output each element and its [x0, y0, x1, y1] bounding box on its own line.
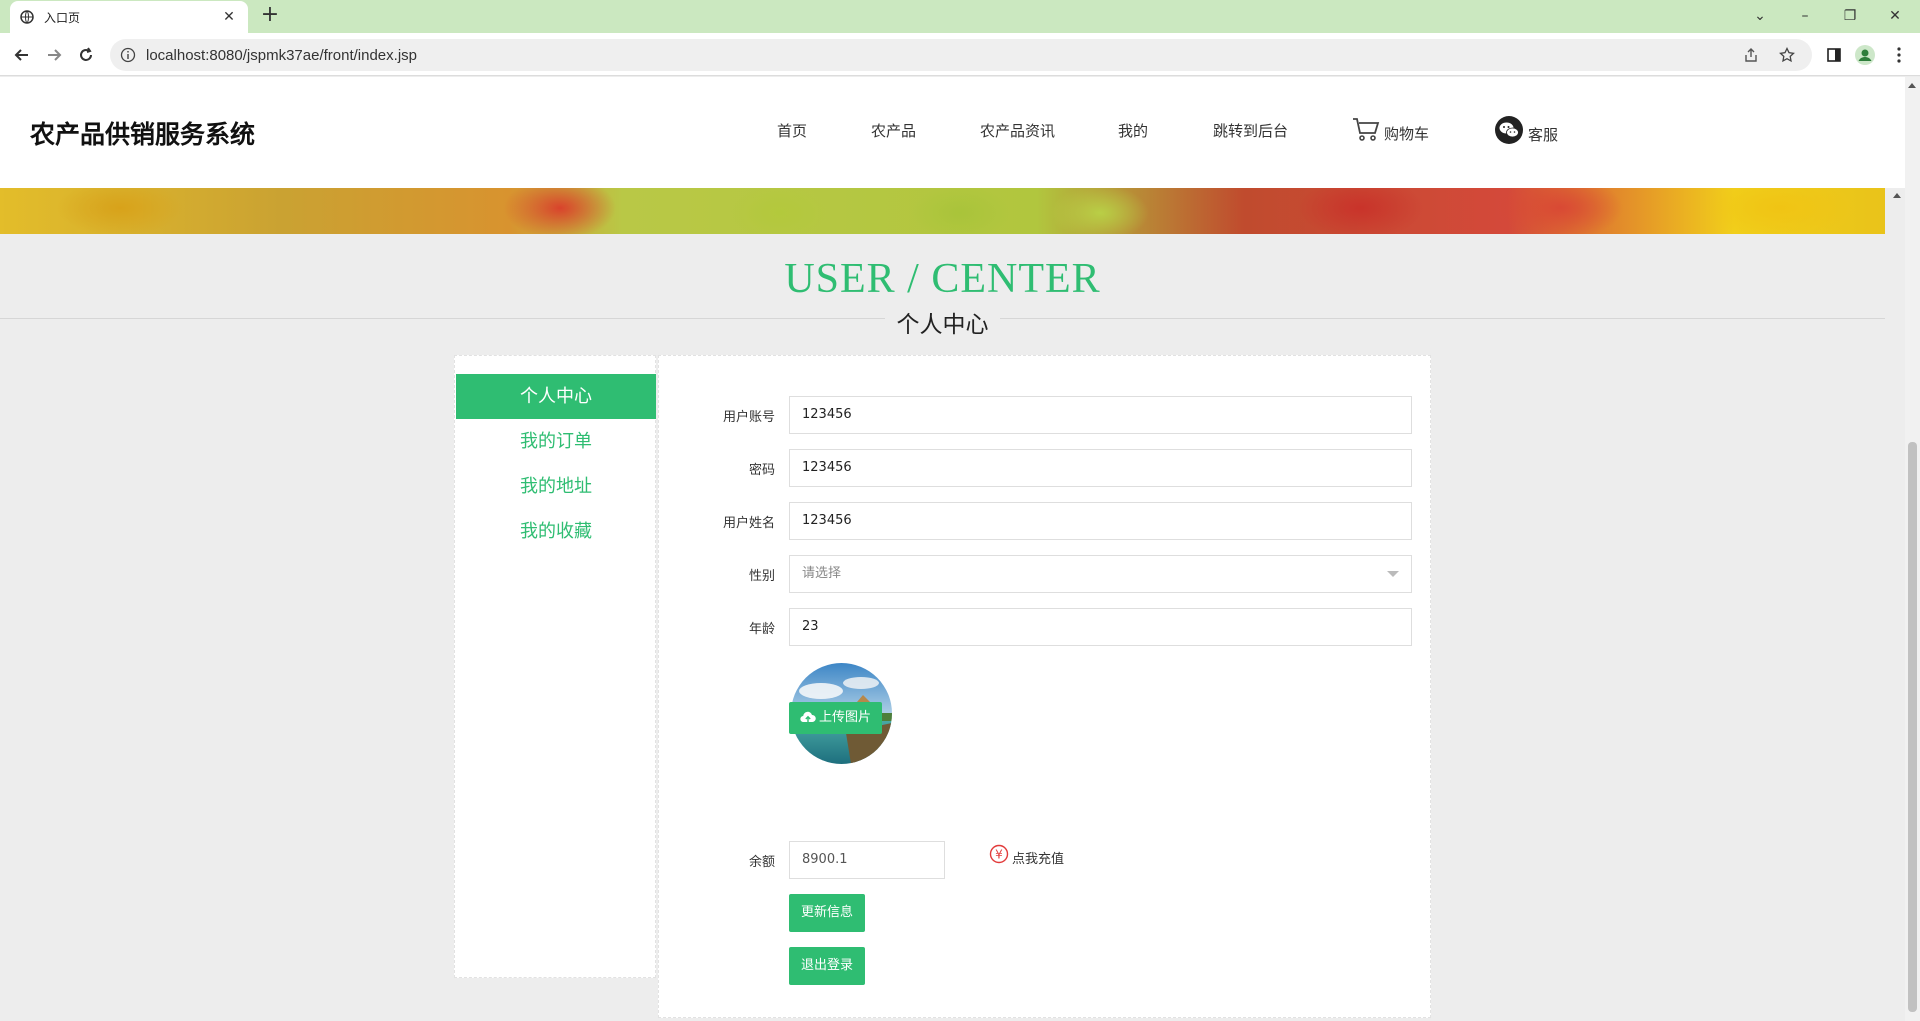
name-label: 用户姓名 — [722, 516, 775, 531]
sidebar-item-favorites[interactable]: 我的收藏 — [456, 509, 656, 554]
forward-icon[interactable] — [41, 42, 67, 68]
name-input[interactable]: 123456 — [789, 502, 1412, 540]
nav-mine[interactable]: 我的 — [1118, 120, 1148, 141]
balance-input: 8900.1 — [789, 841, 945, 879]
yuan-icon: ¥ — [989, 844, 1009, 864]
tab-title: 入口页 — [44, 10, 81, 25]
balance-label: 余额 — [748, 855, 775, 870]
browser-toolbar: localhost:8080/jspmk37ae/front/index.jsp — [0, 33, 1920, 76]
recharge-link[interactable]: ¥ 点我充值 — [989, 840, 1064, 867]
chevron-down-icon — [1387, 571, 1399, 577]
sidebar-item-address[interactable]: 我的地址 — [456, 464, 656, 509]
upload-image-button[interactable]: 上传图片 — [789, 702, 882, 734]
sidebar-item-orders[interactable]: 我的订单 — [456, 419, 656, 464]
account-label: 用户账号 — [722, 410, 775, 425]
nav-home[interactable]: 首页 — [777, 120, 807, 141]
wechat-icon — [1494, 115, 1524, 145]
user-center-title: USER / CENTER — [784, 256, 1101, 302]
close-tab-icon[interactable]: ✕ — [220, 9, 238, 25]
minimize-icon[interactable]: – — [1790, 4, 1820, 28]
back-icon[interactable] — [9, 42, 35, 68]
browser-menu-icon[interactable] — [1888, 44, 1910, 66]
nav-cart[interactable]: 购物车 — [1352, 115, 1429, 144]
page-scrollbar[interactable] — [1905, 77, 1920, 1021]
globe-icon — [20, 10, 34, 24]
logout-button[interactable]: 退出登录 — [789, 947, 865, 985]
nav-service[interactable]: 客服 — [1494, 115, 1558, 145]
age-label: 年龄 — [748, 622, 775, 637]
share-icon[interactable] — [1740, 44, 1762, 66]
site-info-icon[interactable] — [120, 47, 136, 63]
recharge-label: 点我充值 — [1012, 852, 1065, 867]
cart-icon — [1352, 117, 1380, 143]
profile-avatar-icon[interactable] — [1854, 44, 1876, 66]
browser-tab[interactable]: 入口页 ✕ — [10, 1, 248, 33]
user-sidebar: 个人中心 我的订单 我的地址 我的收藏 — [454, 355, 656, 978]
reload-icon[interactable] — [73, 42, 99, 68]
password-input[interactable]: 123456 — [789, 449, 1412, 487]
nav-admin[interactable]: 跳转到后台 — [1213, 120, 1288, 141]
address-bar[interactable]: localhost:8080/jspmk37ae/front/index.jsp — [110, 39, 1812, 71]
scrollbar-thumb[interactable] — [1908, 442, 1917, 1012]
new-tab-button[interactable]: + — [258, 4, 282, 28]
tab-search-icon[interactable]: ⌄ — [1745, 4, 1775, 28]
site-title: 农产品供销服务系统 — [30, 120, 256, 149]
age-input[interactable]: 23 — [789, 608, 1412, 646]
svg-text:¥: ¥ — [995, 847, 1003, 861]
nav-news[interactable]: 农产品资讯 — [980, 120, 1055, 141]
fruit-banner-image — [0, 188, 1885, 234]
bookmark-star-icon[interactable] — [1776, 44, 1798, 66]
gender-select[interactable]: 请选择 — [789, 555, 1412, 593]
password-label: 密码 — [748, 463, 775, 478]
nav-products[interactable]: 农产品 — [871, 120, 916, 141]
gender-placeholder: 请选择 — [802, 566, 842, 581]
page-scroll-up-arrow-icon[interactable] — [1893, 193, 1901, 198]
account-input[interactable]: 123456 — [789, 396, 1412, 434]
close-window-icon[interactable]: ✕ — [1880, 4, 1910, 28]
url-text: localhost:8080/jspmk37ae/front/index.jsp — [146, 46, 417, 64]
side-panel-icon[interactable] — [1823, 44, 1845, 66]
upload-image-label: 上传图片 — [818, 710, 871, 725]
page-viewport: 农产品供销服务系统 首页 农产品 农产品资讯 我的 跳转到后台 购物车 客服 U… — [0, 77, 1905, 1021]
profile-form-panel: 用户账号 123456 密码 123456 用户姓名 123456 性别 请选择… — [658, 355, 1431, 1018]
update-info-button[interactable]: 更新信息 — [789, 894, 865, 932]
site-header: 农产品供销服务系统 首页 农产品 农产品资讯 我的 跳转到后台 购物车 客服 — [0, 77, 1905, 188]
gender-label: 性别 — [748, 569, 775, 584]
scroll-up-arrow-icon[interactable] — [1908, 83, 1916, 88]
nav-service-label: 客服 — [1528, 125, 1559, 144]
nav-cart-label: 购物车 — [1384, 125, 1430, 143]
cloud-upload-icon — [800, 704, 816, 736]
restore-icon[interactable]: ❐ — [1835, 4, 1865, 28]
user-center-subtitle: 个人中心 — [885, 305, 1000, 339]
browser-tab-strip: 入口页 ✕ + ⌄ – ❐ ✕ — [0, 0, 1920, 33]
sidebar-item-profile[interactable]: 个人中心 — [456, 374, 656, 419]
